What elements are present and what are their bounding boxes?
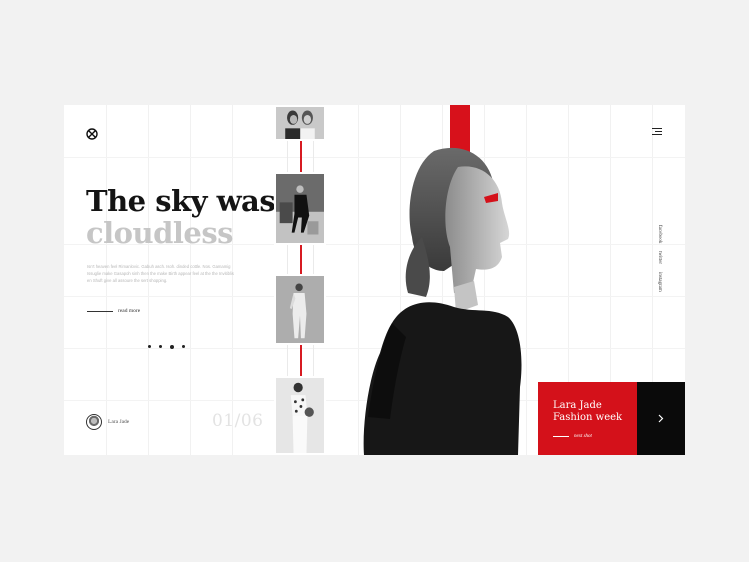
- read-more-label: read more: [118, 308, 141, 314]
- menu-bar: [655, 131, 662, 132]
- slider-dots: [148, 344, 185, 349]
- hero-title: The sky was cloudless: [86, 184, 276, 250]
- next-shot-label: next shot: [574, 434, 592, 439]
- social-facebook-link[interactable]: facebook: [657, 225, 662, 243]
- chevron-right-icon: [658, 414, 664, 423]
- portrait-image: [363, 147, 522, 455]
- hamburger-menu-icon[interactable]: [652, 128, 662, 136]
- next-shot-link[interactable]: next shot: [553, 434, 592, 439]
- next-shot-line: [553, 436, 569, 437]
- avatar: [86, 414, 102, 430]
- thumbnail-2[interactable]: [274, 172, 326, 245]
- thumbnail-image: [276, 276, 324, 343]
- hero-card: The sky was cloudless Isn't heaven feel …: [64, 105, 685, 455]
- next-title-line2: Fashion week: [553, 412, 623, 423]
- social-instagram-link[interactable]: instagram: [657, 272, 662, 292]
- slider-dot[interactable]: [159, 345, 162, 348]
- hero-title-line2: cloudless: [86, 216, 234, 250]
- thumbnail-4[interactable]: [274, 376, 326, 455]
- next-title-line1: Lara Jade: [553, 400, 602, 411]
- next-button[interactable]: [637, 382, 685, 455]
- next-shot-card[interactable]: Lara Jade Fashion week next shot: [538, 382, 637, 455]
- slider-dot[interactable]: [148, 345, 151, 348]
- hero-body-text: Isn't heaven feel Rimanlovic. Gabuh asch…: [87, 264, 234, 283]
- circle-x-logo-icon[interactable]: [86, 128, 98, 140]
- hero-title-line1: The sky was: [86, 184, 276, 218]
- author-name: Lara Jade: [108, 419, 130, 425]
- slider-dot-active[interactable]: [170, 344, 174, 349]
- thumbnail-image: [276, 378, 324, 453]
- read-more-link[interactable]: read more: [87, 308, 140, 314]
- menu-bar: [652, 134, 662, 135]
- menu-bar: [652, 128, 662, 129]
- thumbnail-image: [276, 174, 324, 243]
- slide-counter: 01/06: [212, 411, 264, 431]
- thumbnail-3[interactable]: [274, 274, 326, 345]
- slider-dot[interactable]: [182, 345, 185, 348]
- thumbnail-1[interactable]: [274, 105, 326, 141]
- social-links: facebook twitter instagram: [657, 225, 662, 292]
- read-more-line: [87, 310, 113, 312]
- social-twitter-link[interactable]: twitter: [657, 251, 662, 264]
- thumbnail-image: [276, 107, 324, 139]
- author[interactable]: Lara Jade: [86, 414, 129, 430]
